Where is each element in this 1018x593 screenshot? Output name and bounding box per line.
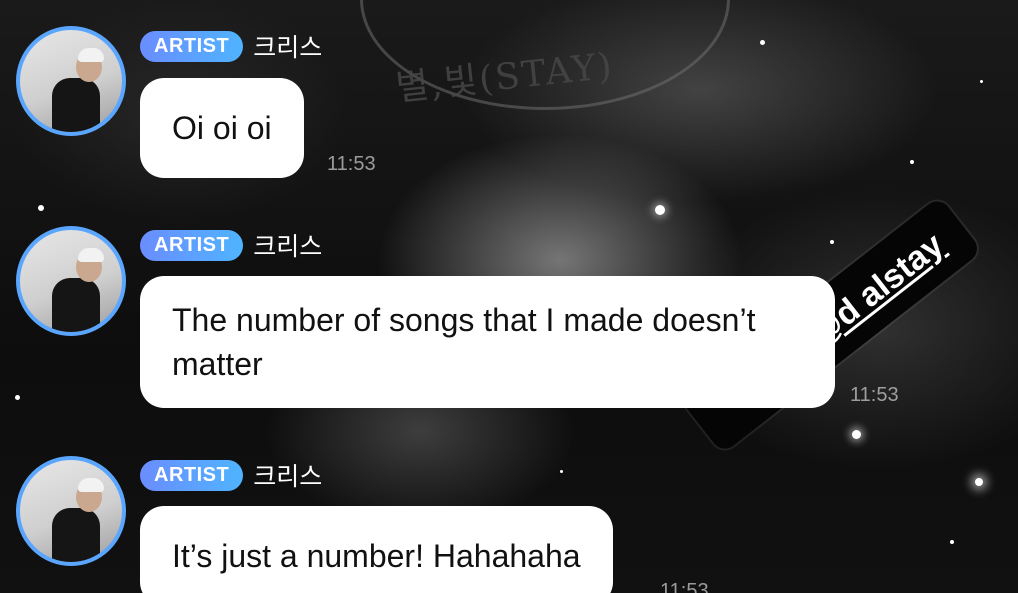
star-decoration <box>975 478 983 486</box>
avatar-photo <box>42 478 104 562</box>
star-decoration <box>38 205 44 211</box>
artist-avatar[interactable] <box>16 26 126 136</box>
avatar-photo <box>42 248 104 332</box>
artist-badge: ARTIST <box>140 459 244 491</box>
message-bubble[interactable]: Oi oi oi <box>140 78 304 178</box>
sender-row: ARTIST 크리스 <box>140 28 322 64</box>
avatar-photo <box>42 48 104 132</box>
artist-avatar[interactable] <box>16 226 126 336</box>
star-decoration <box>15 395 20 400</box>
chat-screen: 별,빛(STAY) @d alstay ARTIST 크리스 Oi oi oi … <box>0 0 1018 593</box>
sender-name: 크리스 <box>253 33 323 62</box>
sender-row: ARTIST 크리스 <box>140 457 322 493</box>
star-decoration <box>560 470 563 473</box>
star-decoration <box>830 240 834 244</box>
artist-avatar[interactable] <box>16 456 126 566</box>
star-decoration <box>980 80 983 83</box>
star-decoration <box>760 40 765 45</box>
sender-name: 크리스 <box>253 232 323 261</box>
star-decoration <box>852 430 861 439</box>
message-bubble[interactable]: The number of songs that I made doesn’t … <box>140 276 835 408</box>
star-decoration <box>950 540 954 544</box>
sender-row: ARTIST 크리스 <box>140 227 322 263</box>
sender-name: 크리스 <box>253 462 323 491</box>
artist-badge: ARTIST <box>140 30 244 62</box>
message-time: 11:53 <box>327 153 376 175</box>
message-bubble[interactable]: It’s just a number! Hahahaha <box>140 506 613 593</box>
artist-badge: ARTIST <box>140 229 244 261</box>
message-time: 11:53 <box>660 580 709 593</box>
message-time: 11:53 <box>850 384 899 406</box>
star-decoration <box>655 205 665 215</box>
star-decoration <box>910 160 914 164</box>
